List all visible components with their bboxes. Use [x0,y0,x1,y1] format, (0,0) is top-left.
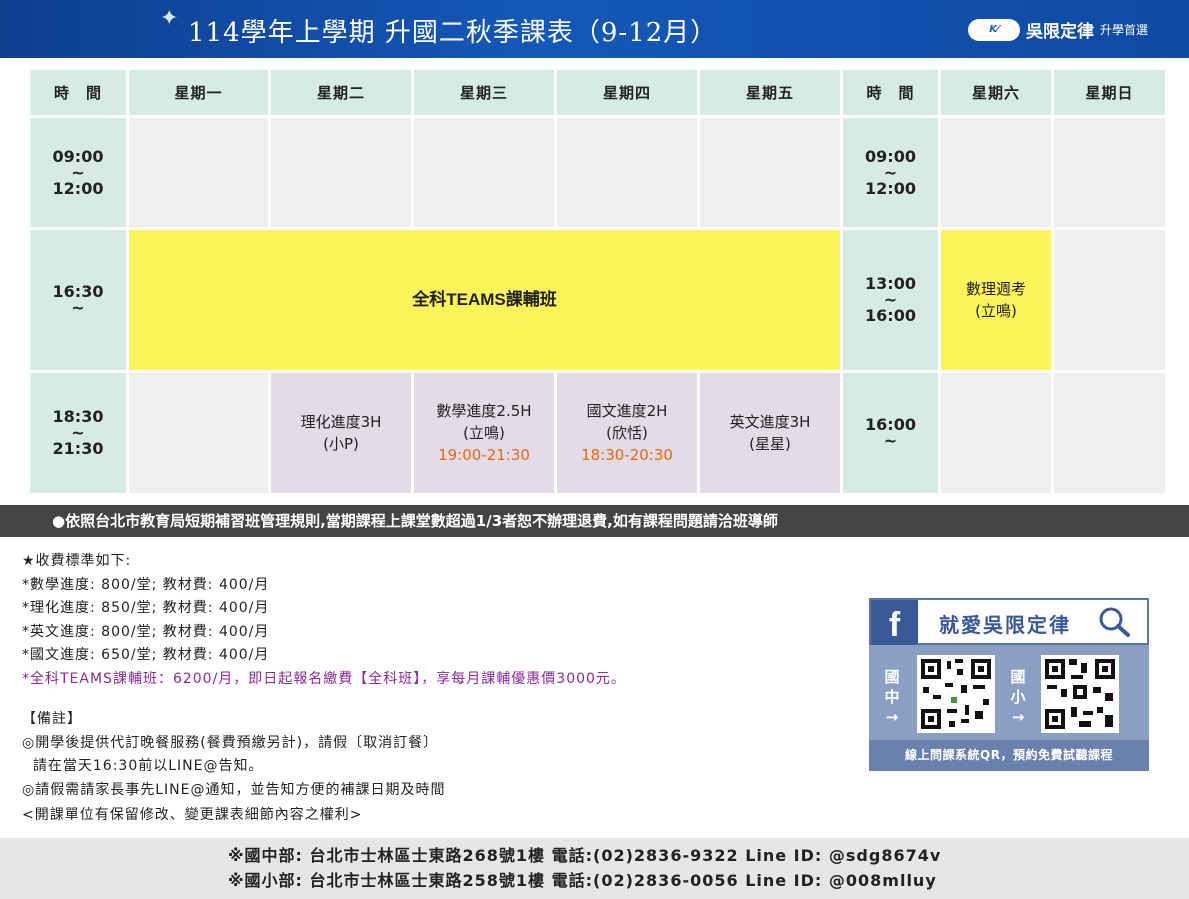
header-weekend-time: 時 間 [843,70,938,115]
empty-cell [129,118,268,227]
empty-cell [1054,373,1165,493]
time-slot-afternoon: 16:30 ~ [30,230,126,370]
brand-logo-icon: K⁄ [968,18,1020,41]
facebook-banner[interactable]: f 就愛吳限定律 [869,598,1149,647]
header-saturday: 星期六 [941,70,1051,115]
teams-class-cell: 全科TEAMS課輔班 [129,230,840,370]
notice-text: ●依照台北市教育局短期補習班管理規則,當期課程上課堂數超過1/3者恕不辦理退費,… [52,512,778,530]
label-char: 國 [1010,668,1026,686]
qr-code-elementary[interactable] [1041,655,1119,733]
header-thursday: 星期四 [557,70,697,115]
sparkle-icon: ✦ [160,6,179,31]
remarks: 【備註】 ◎開學後提供代訂晚餐服務(餐費預繳另計)，請假〔取消訂餐〕 請在當天1… [22,708,445,802]
empty-cell [1054,118,1165,227]
empty-cell [1054,230,1165,370]
remark-line: ◎請假需請家長事先LINE@通知，並告知方便的補課日期及時間 [22,781,446,798]
header-monday: 星期一 [129,70,268,115]
label-char: 中 [884,688,900,706]
header-tuesday: 星期二 [271,70,411,115]
time-end: 21:30 [52,439,104,458]
class-time: 19:00-21:30 [438,446,530,464]
fee-teams: *全科TEAMS課輔班：6200/月，即日起報名繳費【全科班】，享每月課輔優惠價… [22,670,626,687]
promo-caption: 線上問課系統QR，預約免費試聽課程 [869,740,1149,771]
remarks-title: 【備註】 [22,711,82,727]
label-char: → [885,708,899,726]
class-teacher: (立鳴) [975,302,1017,320]
time-end: 12:00 [52,178,104,198]
fee-item: *理化進度: 850/堂; 教材費: 400/月 [22,600,270,616]
page-title: 114學年上學期 升國二秋季課表（9-12月） [188,18,718,48]
elementary-label: 國 小 → [1009,667,1027,727]
empty-cell [129,373,268,493]
empty-cell [941,118,1051,227]
facebook-page-name: 就愛吳限定律 [939,613,1071,637]
label-char: → [1011,708,1025,726]
fee-item: *國文進度: 650/堂; 教材費: 400/月 [22,647,270,663]
remark-line: 請在當天16:30前以LINE@告知。 [22,758,264,774]
search-icon [1099,607,1130,637]
brand-name: 吳限定律 [1026,22,1094,42]
header-bar: ✦ 114學年上學期 升國二秋季課表（9-12月） K⁄ 吳限定律 升學首選 [0,0,1189,58]
fee-title: ★收費標準如下: [22,553,132,569]
facebook-promo: f 就愛吳限定律 國 中 → 國 小 → 線上問課系統QR，預約免費試聽課程 [869,598,1149,771]
empty-cell [414,118,554,227]
fee-item: *數學進度: 800/堂; 教材費: 400/月 [22,576,270,593]
facebook-icon: f [871,600,918,647]
class-teacher: (立鳴) [463,424,505,442]
weekend-time-slot-evening: 16:00 ~ [843,373,938,493]
empty-cell [941,373,1051,493]
time-end: 16:00 [865,306,916,325]
elementary-contact: ※國小部: 台北市士林區士東路258號1樓 電話:(02)2836-0056 L… [228,871,937,890]
class-time: 18:30-20:30 [581,446,673,464]
label-char: 國 [884,668,900,686]
brand-slogan: 升學首選 [1100,23,1149,37]
thursday-class-cell: 國文進度2H (欣恬) 18:30-20:30 [557,373,697,493]
time-slot-evening: 18:30 ~ 21:30 [30,373,126,493]
weekend-time-slot-afternoon: 13:00 ~ 16:00 [843,230,938,370]
junior-high-contact: ※國中部: 台北市士林區士東路268號1樓 電話:(02)2836-9322 L… [228,846,942,865]
tuesday-class-cell: 理化進度3H (小P) [271,373,411,493]
weekend-time-slot-morning: 09:00 ~ 12:00 [843,118,938,227]
class-teacher: (欣恬) [606,424,648,442]
junior-high-label: 國 中 → [883,667,901,727]
class-name: 國文進度2H [586,402,668,420]
empty-cell [557,118,697,227]
saturday-class-cell: 數理週考 (立鳴) [941,230,1051,370]
time-sep: ~ [883,431,898,450]
schedule-table: 時 間 星期一 星期二 星期三 星期四 星期五 時 間 星期六 星期日 09:0… [30,70,1165,494]
class-name: 數理週考 [965,280,1026,298]
class-name: 數學進度2.5H [436,402,532,420]
label-char: 小 [1010,688,1026,706]
empty-cell [271,118,411,227]
class-teacher: (星星) [749,435,791,453]
qr-code-junior-high[interactable] [917,655,995,733]
header-wednesday: 星期三 [414,70,554,115]
time-end: 12:00 [865,178,916,198]
class-teacher: (小P) [323,435,359,453]
class-name: 英文進度3H [729,413,811,431]
brand: K⁄ 吳限定律 升學首選 [968,17,1148,42]
header-time: 時 間 [30,70,126,115]
refund-notice: ●依照台北市教育局短期補習班管理規則,當期課程上課堂數超過1/3者恕不辦理退費,… [0,505,1189,537]
class-name: 理化進度3H [300,413,382,431]
friday-class-cell: 英文進度3H (星星) [700,373,840,493]
header-sunday: 星期日 [1054,70,1165,115]
header-friday: 星期五 [700,70,840,115]
contact-footer: ※國中部: 台北市士林區士東路268號1樓 電話:(02)2836-9322 L… [0,838,1189,899]
wednesday-class-cell: 數學進度2.5H (立鳴) 19:00-21:30 [414,373,554,493]
remark-line: ◎開學後提供代訂晚餐服務(餐費預繳另計)，請假〔取消訂餐〕 [22,734,439,751]
rights-statement: <開課單位有保留修改、變更課表細節內容之權利> [22,807,363,823]
fee-list: ★收費標準如下: *數學進度: 800/堂; 教材費: 400/月 *理化進度:… [22,550,626,691]
fee-item: *英文進度: 800/堂; 教材費: 400/月 [22,623,270,640]
time-slot-morning: 09:00 ~ 12:00 [30,118,126,227]
empty-cell [700,118,840,227]
time-sep: ~ [71,298,85,317]
